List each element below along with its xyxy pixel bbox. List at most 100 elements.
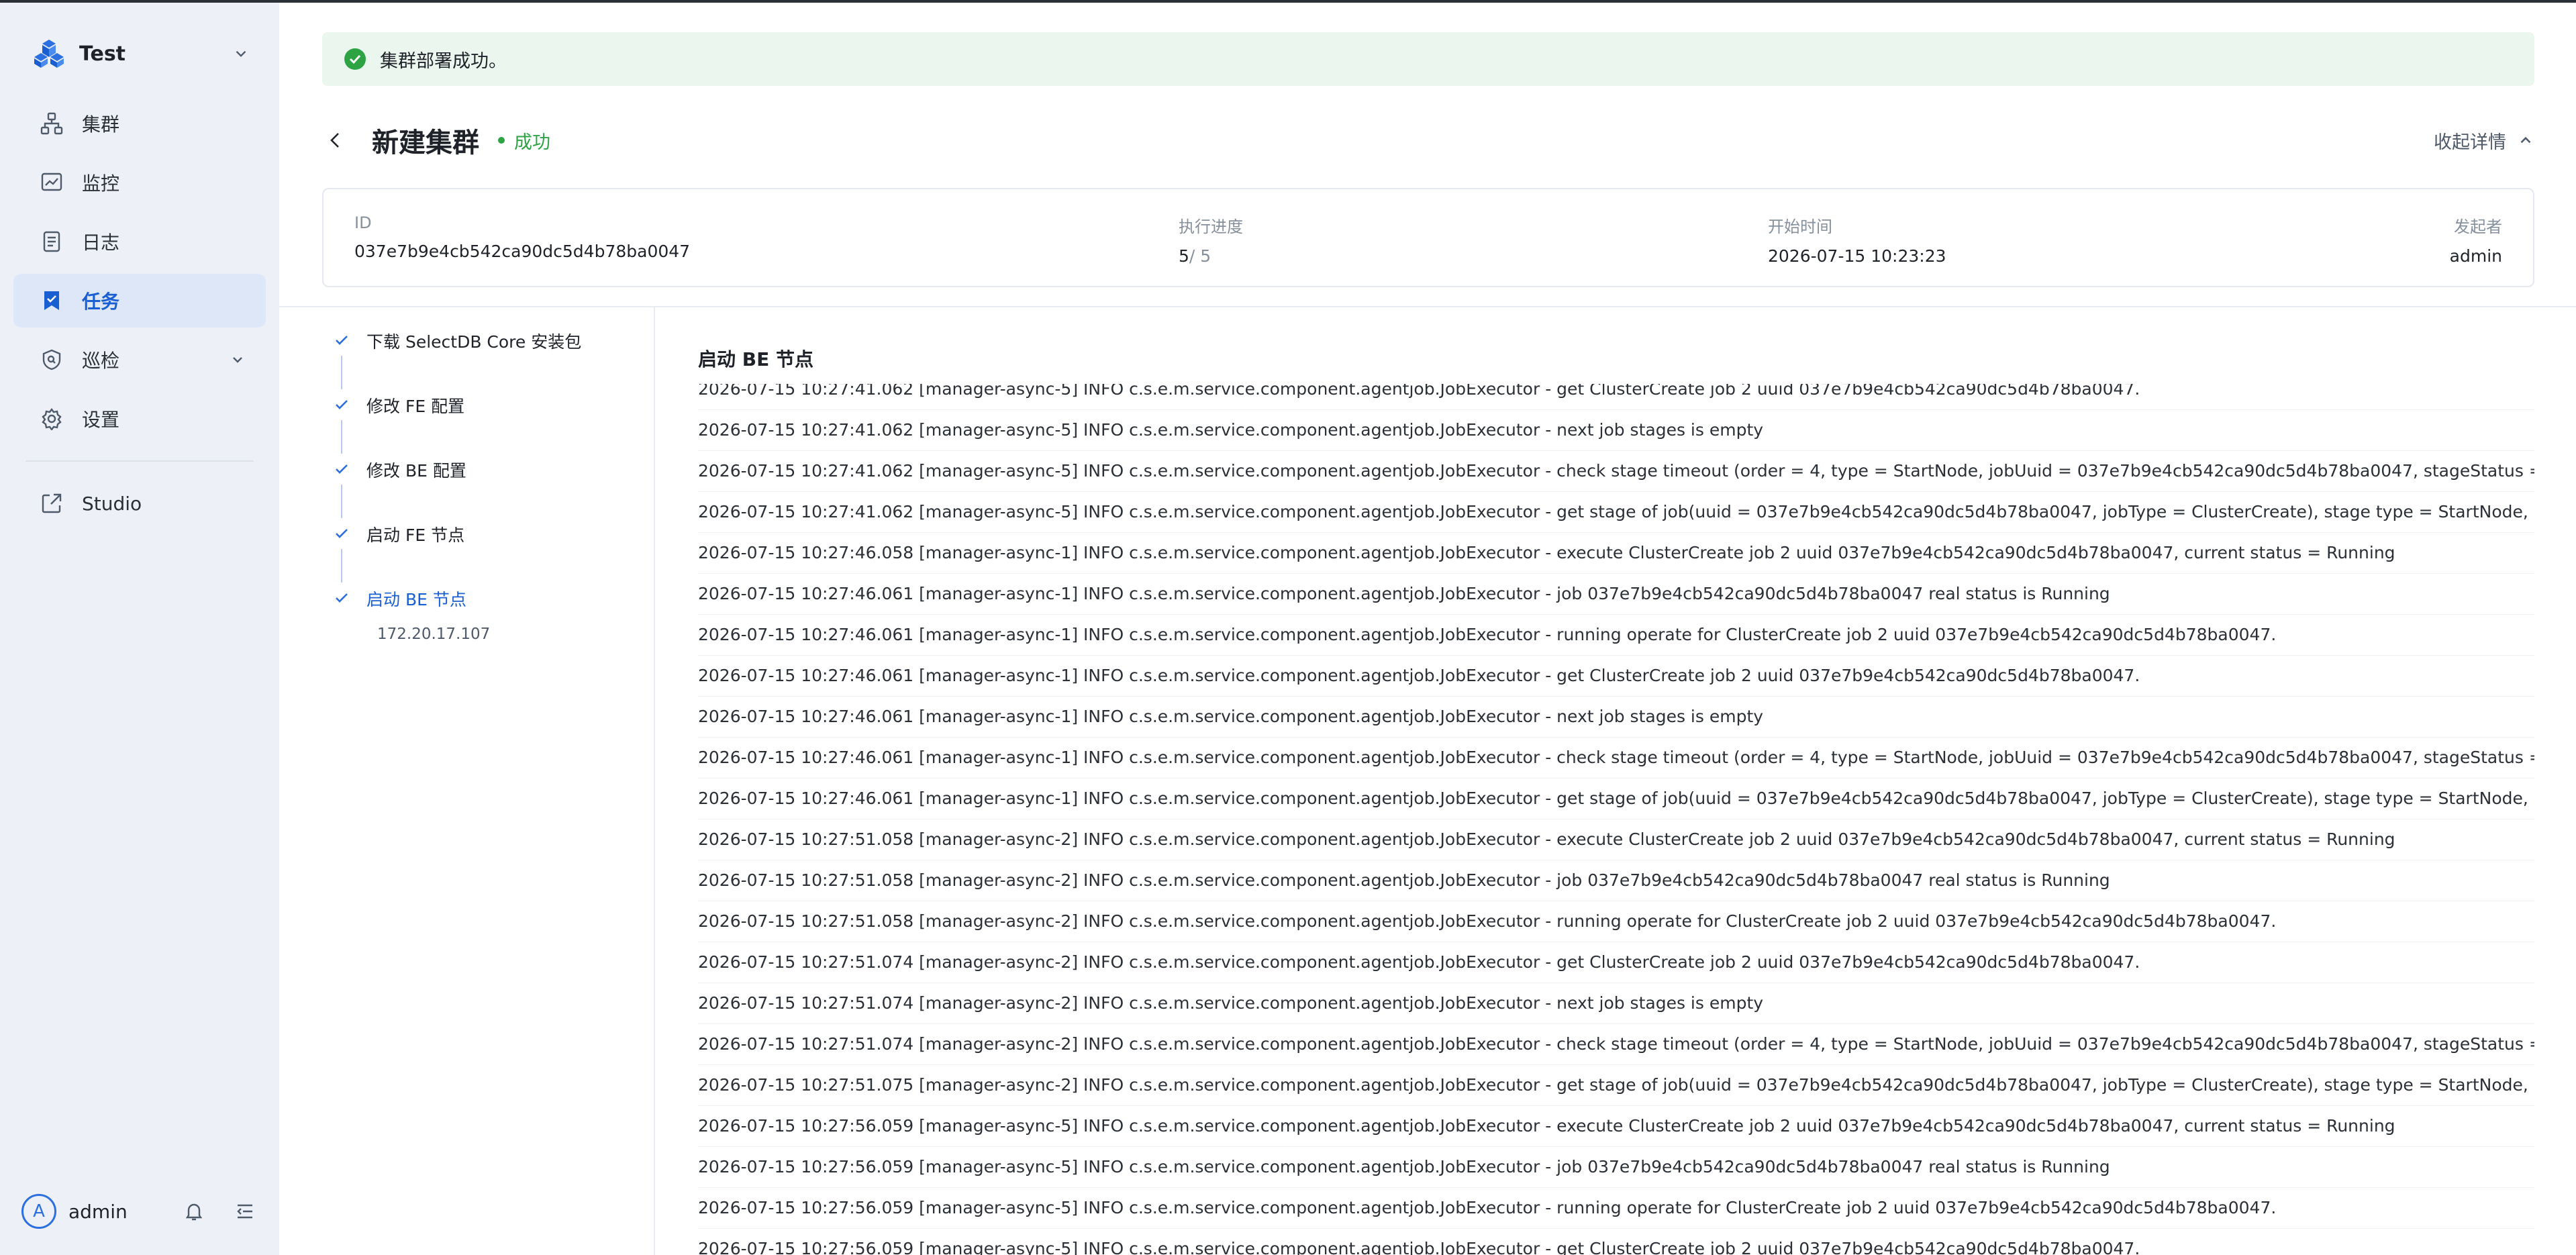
step-connector — [341, 485, 342, 518]
chevron-down-icon — [233, 357, 242, 363]
log-line: 2026-07-15 10:27:56.059 [manager-async-5… — [698, 1106, 2534, 1147]
step-label: 启动 BE 节点 — [366, 590, 466, 609]
sidebar-item-label: Studio — [82, 492, 142, 515]
step-list: 下载 SelectDB Core 安装包 修改 FE 配置 修改 BE 配置 启… — [324, 326, 646, 648]
info-id: ID 037e7b9e4cb542ca90dc5d4b78ba0047 — [354, 213, 690, 261]
info-initiator: 发起者 admin — [2450, 213, 2502, 266]
sidebar-footer: A admin — [21, 1188, 258, 1235]
sidebar-nav: 集群 监控 日志 任务 巡检 设置 Studio — [13, 97, 266, 536]
collapse-details-button[interactable]: 收起详情 — [2434, 128, 2534, 154]
check-circle-icon — [344, 48, 366, 70]
check-icon — [336, 464, 348, 474]
step-item[interactable]: 修改 BE 配置 — [324, 455, 646, 519]
sidebar-item-cluster[interactable]: 集群 — [13, 97, 266, 150]
chevron-left-icon — [330, 133, 339, 148]
step-label: 修改 FE 配置 — [366, 397, 465, 416]
check-icon — [336, 529, 348, 538]
section-divider — [279, 306, 2576, 307]
sidebar-item-label: 日志 — [82, 232, 120, 254]
progress-done: 5 — [1179, 246, 1189, 266]
log-line: 2026-07-15 10:27:56.059 [manager-async-5… — [698, 1229, 2534, 1255]
chevron-up-icon — [2520, 136, 2531, 144]
step-connector — [341, 420, 342, 454]
info-initiator-label: 发起者 — [2454, 217, 2502, 236]
sidebar-item-label: 巡检 — [82, 350, 120, 372]
info-start-value: 2026-07-15 10:23:23 — [1768, 246, 1946, 266]
status-badge: 成功 — [514, 132, 550, 153]
workspace-switcher[interactable]: Test — [13, 26, 266, 82]
log-line: 2026-07-15 10:27:46.061 [manager-async-1… — [698, 615, 2534, 656]
avatar[interactable]: A — [21, 1194, 56, 1229]
status-dot — [498, 137, 505, 144]
sidebar-item-logs[interactable]: 日志 — [13, 215, 266, 268]
log-line: 2026-07-15 10:27:56.059 [manager-async-5… — [698, 1188, 2534, 1229]
cube-logo-icon — [34, 40, 64, 68]
sidebar-item-label: 设置 — [82, 409, 120, 431]
log-line: 2026-07-15 10:27:41.062 [manager-async-5… — [698, 492, 2534, 533]
sidebar-item-monitor[interactable]: 监控 — [13, 156, 266, 209]
log-line: 2026-07-15 10:27:46.061 [manager-async-1… — [698, 574, 2534, 615]
log-line: 2026-07-15 10:27:46.061 [manager-async-1… — [698, 656, 2534, 697]
log-line: 2026-07-15 10:27:51.075 [manager-async-2… — [698, 1065, 2534, 1106]
step-item[interactable]: 启动 FE 节点 — [324, 519, 646, 584]
log-line: 2026-07-15 10:27:51.058 [manager-async-2… — [698, 819, 2534, 860]
sidebar-item-inspection[interactable]: 巡检 — [13, 333, 266, 387]
cluster-icon — [39, 111, 64, 136]
log-line: 2026-07-15 10:27:46.061 [manager-async-1… — [698, 697, 2534, 738]
info-id-value: 037e7b9e4cb542ca90dc5d4b78ba0047 — [354, 242, 691, 261]
bell-icon[interactable] — [181, 1199, 207, 1224]
log-line: 2026-07-15 10:27:51.074 [manager-async-2… — [698, 1024, 2534, 1065]
collapse-details-label: 收起详情 — [2434, 132, 2506, 153]
step-item[interactable]: 修改 FE 配置 — [324, 391, 646, 455]
log-line: 2026-07-15 10:27:46.061 [manager-async-1… — [698, 779, 2534, 819]
page-title: 新建集群 — [372, 128, 479, 158]
log-list: 2026-07-15 10:27:41.062 [manager-async-5… — [698, 384, 2534, 1255]
info-start-label: 开始时间 — [1768, 217, 1832, 236]
log-viewer[interactable]: 2026-07-15 10:27:41.062 [manager-async-5… — [698, 384, 2534, 1255]
log-line: 2026-07-15 10:27:51.058 [manager-async-2… — [698, 860, 2534, 901]
log-line: 2026-07-15 10:27:41.062 [manager-async-5… — [698, 410, 2534, 451]
panel-divider — [654, 307, 655, 1255]
log-line: 2026-07-15 10:27:41.062 [manager-async-5… — [698, 384, 2534, 410]
sidebar-item-label: 任务 — [82, 291, 120, 313]
info-id-label: ID — [354, 213, 372, 232]
chevron-down-icon — [236, 50, 246, 57]
sidebar-item-settings[interactable]: 设置 — [13, 392, 266, 446]
gear-icon — [39, 406, 64, 432]
task-info-card: ID 037e7b9e4cb542ca90dc5d4b78ba0047 执行进度… — [322, 188, 2534, 287]
sidebar-item-tasks[interactable]: 任务 — [13, 274, 266, 328]
step-item[interactable]: 下载 SelectDB Core 安装包 — [324, 326, 646, 391]
task-bookmark-icon — [39, 288, 64, 313]
success-alert: 集群部署成功。 — [322, 32, 2534, 86]
log-line: 2026-07-15 10:27:46.061 [manager-async-1… — [698, 738, 2534, 779]
current-user-name[interactable]: admin — [68, 1201, 156, 1223]
back-button[interactable] — [322, 127, 349, 154]
step-label: 修改 BE 配置 — [366, 461, 466, 481]
check-icon — [336, 593, 348, 603]
external-link-icon — [39, 491, 64, 516]
log-panel-title: 启动 BE 节点 — [698, 348, 813, 370]
step-label: 下载 SelectDB Core 安装包 — [366, 332, 582, 352]
step-connector — [341, 549, 342, 583]
workspace-name: Test — [79, 42, 126, 66]
info-progress-label: 执行进度 — [1179, 217, 1243, 236]
step-node-ip[interactable]: 172.20.17.107 — [377, 625, 490, 643]
main-content: 集群部署成功。 新建集群 成功 收起详情 ID 037e7b9e4cb542ca… — [279, 3, 2576, 1255]
collapse-menu-icon[interactable] — [232, 1199, 258, 1224]
step-item-active[interactable]: 启动 BE 节点 172.20.17.107 — [324, 584, 646, 648]
sidebar-item-studio[interactable]: Studio — [13, 476, 266, 530]
monitor-chart-icon — [39, 170, 64, 195]
sidebar-divider — [26, 460, 254, 462]
sidebar: Test 集群 监控 日志 任务 巡检 设置 Studio A admin — [0, 3, 279, 1255]
check-icon — [336, 400, 348, 409]
sidebar-item-label: 集群 — [82, 113, 120, 136]
info-initiator-value: admin — [2449, 246, 2502, 266]
page-header: 新建集群 成功 收起详情 — [322, 117, 2534, 164]
step-label: 启动 FE 节点 — [366, 525, 465, 545]
check-icon — [336, 336, 348, 345]
step-connector — [341, 356, 342, 389]
log-line: 2026-07-15 10:27:51.074 [manager-async-2… — [698, 942, 2534, 983]
log-line: 2026-07-15 10:27:51.058 [manager-async-2… — [698, 901, 2534, 942]
log-document-icon — [39, 229, 64, 254]
progress-total: / 5 — [1189, 246, 1211, 266]
